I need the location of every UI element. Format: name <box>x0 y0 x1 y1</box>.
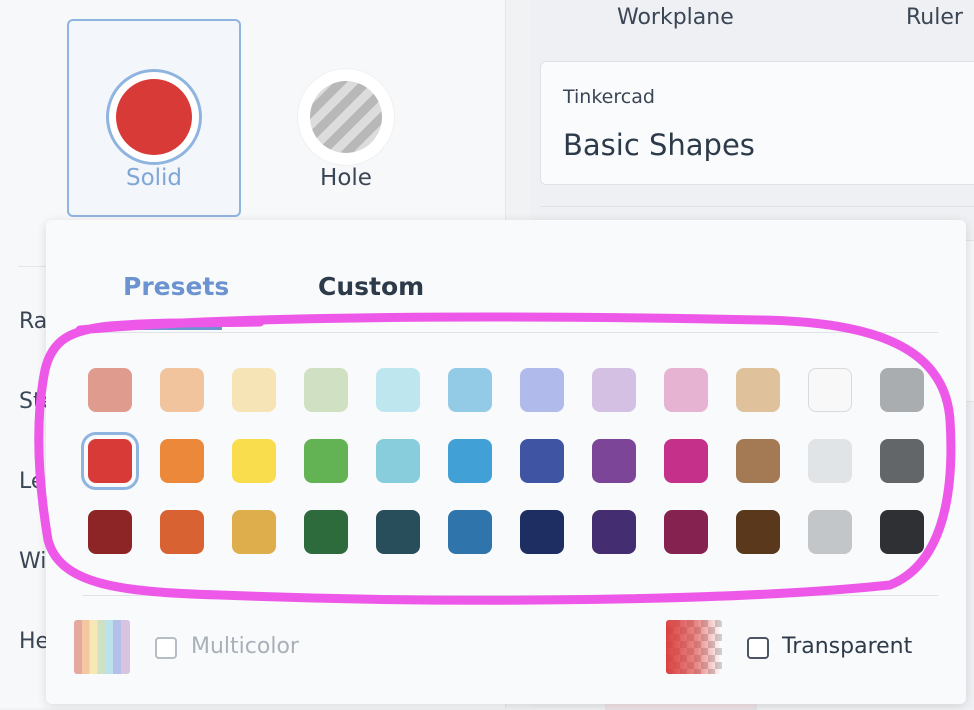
color-swatch[interactable] <box>376 510 420 554</box>
color-swatch[interactable] <box>88 510 132 554</box>
color-swatch[interactable] <box>880 439 924 483</box>
solid-label: Solid <box>125 165 183 191</box>
color-swatch[interactable] <box>160 439 204 483</box>
color-swatch[interactable] <box>736 439 780 483</box>
transparent-checkbox[interactable] <box>747 637 769 659</box>
color-swatch[interactable] <box>808 439 852 483</box>
color-swatch[interactable] <box>304 368 348 412</box>
library-brand: Tinkercad <box>563 86 655 108</box>
solid-option[interactable]: Solid <box>67 19 241 217</box>
color-swatch[interactable] <box>81 432 139 490</box>
transparent-label: Transparent <box>782 634 913 659</box>
color-swatch[interactable] <box>520 510 564 554</box>
solid-color-swatch-icon <box>106 69 202 165</box>
hole-striped-icon <box>298 69 394 165</box>
library-name: Basic Shapes <box>563 128 755 162</box>
color-swatch[interactable] <box>520 439 564 483</box>
transparent-preview-icon <box>666 620 722 674</box>
library-selector[interactable]: Tinkercad Basic Shapes <box>540 61 974 185</box>
color-swatch[interactable] <box>520 368 564 412</box>
tab-presets[interactable]: Presets <box>123 272 229 301</box>
color-swatch[interactable] <box>232 368 276 412</box>
divider <box>82 595 938 596</box>
color-swatch[interactable] <box>592 510 636 554</box>
color-swatch[interactable] <box>448 510 492 554</box>
color-swatch[interactable] <box>304 439 348 483</box>
color-swatch[interactable] <box>880 368 924 412</box>
color-swatch[interactable] <box>376 439 420 483</box>
workplane-button[interactable]: Workplane <box>617 5 734 30</box>
tab-divider <box>82 332 938 333</box>
color-swatch[interactable] <box>736 510 780 554</box>
color-swatch[interactable] <box>808 368 852 412</box>
color-swatch[interactable] <box>448 439 492 483</box>
multicolor-preview-icon <box>74 620 130 674</box>
color-swatch[interactable] <box>808 510 852 554</box>
color-swatch[interactable] <box>448 368 492 412</box>
active-tab-indicator <box>82 327 222 330</box>
color-swatch[interactable] <box>592 439 636 483</box>
color-swatch[interactable] <box>304 510 348 554</box>
color-swatch[interactable] <box>376 368 420 412</box>
multicolor-checkbox[interactable] <box>155 637 177 659</box>
color-swatch[interactable] <box>88 368 132 412</box>
color-swatch[interactable] <box>232 510 276 554</box>
color-swatch[interactable] <box>880 510 924 554</box>
hole-label: Hole <box>320 165 372 191</box>
color-swatch[interactable] <box>664 439 708 483</box>
color-swatch[interactable] <box>664 368 708 412</box>
color-swatch[interactable] <box>160 510 204 554</box>
multicolor-label: Multicolor <box>191 634 299 659</box>
color-picker-popup: Presets Custom Multicolor Transparent <box>46 220 966 704</box>
hole-option[interactable]: Hole <box>259 19 433 217</box>
color-swatch[interactable] <box>592 368 636 412</box>
color-swatch[interactable] <box>736 368 780 412</box>
tab-custom[interactable]: Custom <box>318 272 424 301</box>
color-swatch[interactable] <box>664 510 708 554</box>
color-swatch[interactable] <box>160 368 204 412</box>
color-swatch[interactable] <box>232 439 276 483</box>
divider <box>540 206 974 207</box>
ruler-button[interactable]: Ruler <box>906 5 963 30</box>
